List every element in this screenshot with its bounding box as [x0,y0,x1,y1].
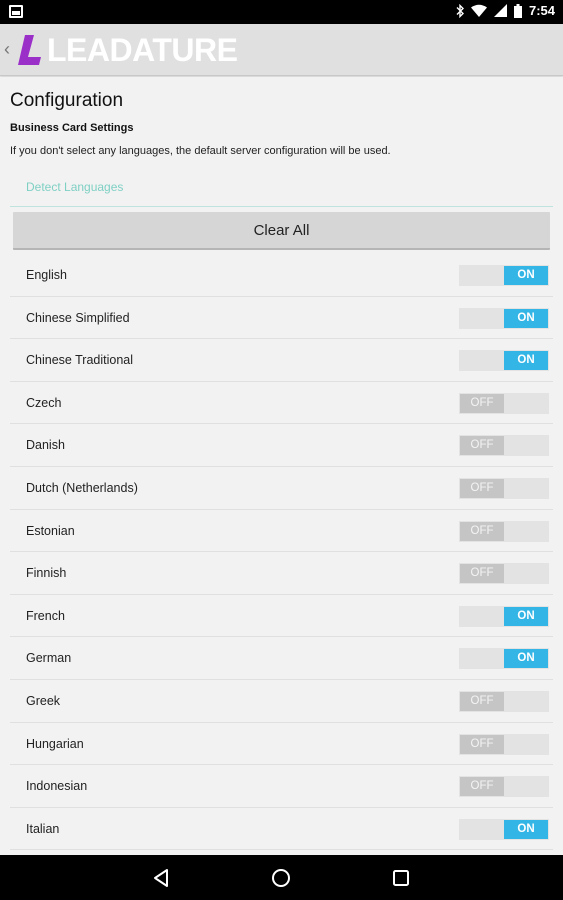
language-toggle[interactable]: ON [459,265,549,286]
toggle-state-label: ON [504,266,548,285]
language-label: Hungarian [26,736,84,751]
language-toggle[interactable]: ON [459,605,549,627]
language-label: Czech [26,395,62,410]
toggle-state-label: OFF [460,691,504,711]
toggle-state-label: OFF [460,564,504,584]
section-title: Business Card Settings [10,122,134,134]
language-row[interactable]: Czech OFF [10,382,553,425]
language-label: Estonian [26,523,75,538]
language-row[interactable]: Hungarian OFF [10,723,553,766]
language-toggle[interactable]: OFF [459,733,549,755]
language-row[interactable]: Estonian OFF [10,510,553,553]
language-label: Danish [26,438,65,453]
toggle-state-label: OFF [460,521,504,541]
divider [10,206,553,207]
language-row[interactable]: French ON [10,595,553,638]
back-triangle-icon[interactable] [150,867,172,889]
app-bar: ‹ LEADATURE [0,24,563,76]
language-label: Dutch (Netherlands) [26,480,138,495]
signal-icon [493,4,507,17]
language-toggle[interactable]: OFF [459,435,549,457]
language-label: English [26,268,67,282]
language-label: Italian [26,821,60,836]
recents-square-icon[interactable] [390,867,412,889]
bluetooth-icon [456,4,464,18]
language-row[interactable]: Indonesian OFF [10,765,553,808]
config-content[interactable]: Configuration Business Card Settings If … [0,77,563,855]
language-toggle[interactable]: OFF [459,563,549,585]
language-row[interactable]: Dutch (Netherlands) OFF [10,467,553,510]
language-list: English ON Chinese Simplified ON Chinese Tra… [10,254,553,851]
status-icons: 7:54 [456,3,555,18]
toggle-state-label: ON [504,819,548,839]
language-row[interactable]: Chinese Simplified ON [10,297,553,340]
back-chevron-icon[interactable]: ‹ [4,39,10,59]
language-toggle[interactable]: ON [459,818,549,840]
language-toggle[interactable]: OFF [459,392,549,414]
language-label: Indonesian [26,779,88,794]
logo-mark-icon [17,33,43,67]
nav-bar [0,855,563,900]
language-label: Chinese Traditional [26,353,134,368]
language-label: Finnish [26,566,67,581]
language-label: French [26,608,65,623]
language-label: German [26,651,72,666]
language-row[interactable]: Italian ON [10,808,553,851]
language-toggle[interactable]: ON [459,307,549,329]
toggle-state-label: OFF [460,734,504,754]
language-label: Greek [26,693,61,708]
screenshot-icon [9,5,23,18]
toggle-state-label: OFF [460,777,504,797]
page-title: Configuration [10,90,124,111]
toggle-state-label: ON [504,308,548,328]
toggle-state-label: ON [504,649,548,669]
language-row[interactable]: German ON [10,637,553,680]
language-row[interactable]: Greek OFF [10,680,553,723]
language-toggle[interactable]: ON [459,350,549,372]
status-time: 7:54 [528,3,555,18]
language-row[interactable]: Danish OFF [10,424,553,467]
language-row[interactable]: Finnish OFF [10,552,553,595]
language-toggle[interactable]: OFF [459,690,549,712]
home-circle-icon[interactable] [270,867,292,889]
toggle-state-label: OFF [460,478,504,498]
toggle-state-label: OFF [460,436,504,456]
toggle-state-label: OFF [460,393,504,413]
language-row[interactable]: Chinese Traditional ON [10,339,553,382]
battery-icon [513,3,522,18]
logo-text: LEADATURE [47,32,238,68]
toggle-state-label: ON [504,351,548,371]
language-toggle[interactable]: OFF [459,477,549,499]
hint-text: If you don't select any languages, the d… [10,145,391,157]
wifi-icon [470,4,487,17]
language-toggle[interactable]: ON [459,648,549,670]
clear-all-button[interactable]: Clear All [13,212,550,250]
language-row[interactable]: English ON [10,254,553,297]
language-label: Chinese Simplified [26,310,130,325]
app-logo[interactable]: LEADATURE [17,32,238,68]
language-toggle[interactable]: OFF [459,776,549,798]
status-bar: 7:54 [0,0,563,24]
toggle-state-label: ON [504,606,548,626]
detect-languages-link[interactable]: Detect Languages [26,180,123,194]
language-toggle[interactable]: OFF [459,520,549,542]
